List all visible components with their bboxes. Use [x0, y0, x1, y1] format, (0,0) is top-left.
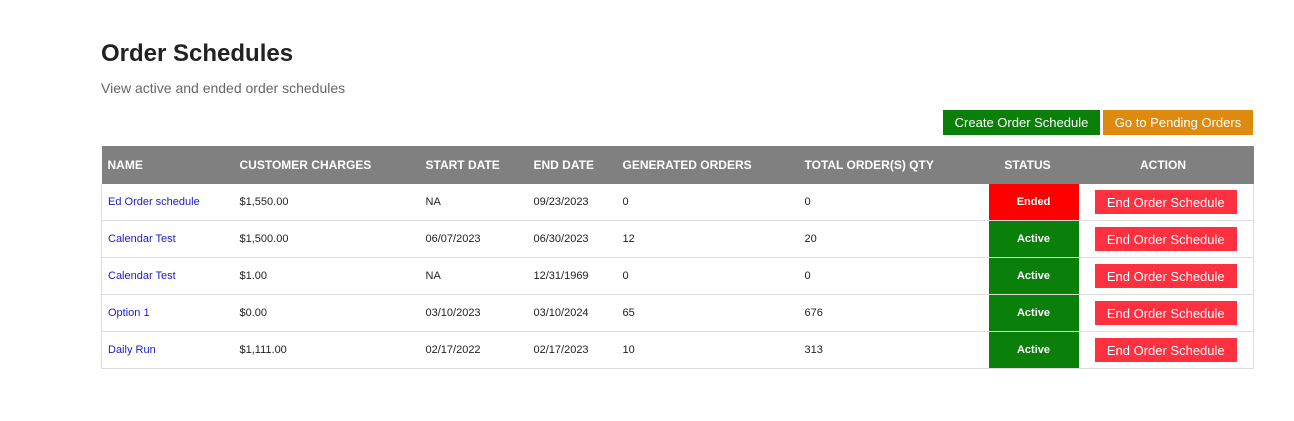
total-qty-cell: 676 [798, 294, 983, 332]
total-qty-cell: 0 [798, 184, 983, 221]
start-date-cell: 06/07/2023 [419, 220, 528, 258]
status-badge: Active [988, 221, 1079, 257]
end-order-schedule-button[interactable]: End Order Schedule [1094, 301, 1237, 325]
end-order-schedule-button[interactable]: End Order Schedule [1094, 227, 1237, 251]
end-date-cell: 12/31/1969 [527, 257, 617, 295]
end-date-cell: 06/30/2023 [527, 220, 617, 258]
start-date-cell: 02/17/2022 [419, 331, 528, 369]
table-row: Calendar Test $1.00 NA 12/31/1969 0 0 Ac… [101, 257, 1254, 295]
end-date-cell: 09/23/2023 [527, 184, 617, 221]
start-date-cell: NA [419, 257, 528, 295]
schedule-name-link[interactable]: Option 1 [108, 307, 150, 319]
generated-orders-cell: 65 [616, 294, 799, 332]
total-qty-cell: 313 [798, 331, 983, 369]
table-header-row: NAME CUSTOMER CHARGES START DATE END DAT… [101, 146, 1254, 184]
page-title: Order Schedules [101, 40, 294, 67]
status-badge: Active [988, 258, 1079, 294]
schedule-name-link[interactable]: Daily Run [108, 344, 156, 356]
table-row: Option 1 $0.00 03/10/2023 03/10/2024 65 … [101, 294, 1254, 332]
order-schedules-page: Order Schedules View active and ended or… [0, 0, 1294, 421]
schedule-name-link[interactable]: Calendar Test [108, 233, 176, 245]
end-order-schedule-button[interactable]: End Order Schedule [1094, 338, 1237, 362]
total-qty-cell: 0 [798, 257, 983, 295]
column-header-end-date[interactable]: END DATE [527, 146, 617, 184]
table-row: Calendar Test $1,500.00 06/07/2023 06/30… [101, 220, 1254, 258]
generated-orders-cell: 12 [616, 220, 799, 258]
column-header-total-qty[interactable]: TOTAL ORDER(S) QTY [798, 146, 983, 184]
end-order-schedule-button[interactable]: End Order Schedule [1094, 190, 1237, 214]
customer-charges-cell: $1,500.00 [233, 220, 420, 258]
customer-charges-cell: $0.00 [233, 294, 420, 332]
total-qty-cell: 20 [798, 220, 983, 258]
column-header-start-date[interactable]: START DATE [419, 146, 528, 184]
page-subtitle: View active and ended order schedules [101, 80, 346, 96]
customer-charges-cell: $1.00 [233, 257, 420, 295]
status-badge: Active [988, 295, 1079, 331]
start-date-cell: 03/10/2023 [419, 294, 528, 332]
generated-orders-cell: 0 [616, 257, 799, 295]
order-schedules-table: NAME CUSTOMER CHARGES START DATE END DAT… [101, 146, 1254, 369]
column-header-customer-charges[interactable]: CUSTOMER CHARGES [233, 146, 420, 184]
status-badge: Active [988, 332, 1079, 368]
schedule-name-link[interactable]: Calendar Test [108, 270, 176, 282]
end-order-schedule-button[interactable]: End Order Schedule [1094, 264, 1237, 288]
customer-charges-cell: $1,111.00 [233, 331, 420, 369]
table-row: Ed Order schedule $1,550.00 NA 09/23/202… [101, 184, 1254, 221]
end-date-cell: 02/17/2023 [527, 331, 617, 369]
customer-charges-cell: $1,550.00 [233, 184, 420, 221]
status-badge: Ended [988, 184, 1079, 220]
create-order-schedule-button[interactable]: Create Order Schedule [943, 110, 1100, 135]
column-header-name[interactable]: NAME [101, 146, 234, 184]
go-to-pending-orders-button[interactable]: Go to Pending Orders [1103, 110, 1253, 135]
start-date-cell: NA [419, 184, 528, 221]
column-header-generated-orders[interactable]: GENERATED ORDERS [616, 146, 799, 184]
column-header-status[interactable]: STATUS [982, 146, 1073, 184]
end-date-cell: 03/10/2024 [527, 294, 617, 332]
toolbar: Create Order Schedule Go to Pending Orde… [943, 110, 1253, 135]
schedule-name-link[interactable]: Ed Order schedule [108, 196, 200, 208]
column-header-action: ACTION [1072, 146, 1254, 184]
generated-orders-cell: 0 [616, 184, 799, 221]
generated-orders-cell: 10 [616, 331, 799, 369]
table-row: Daily Run $1,111.00 02/17/2022 02/17/202… [101, 331, 1254, 369]
